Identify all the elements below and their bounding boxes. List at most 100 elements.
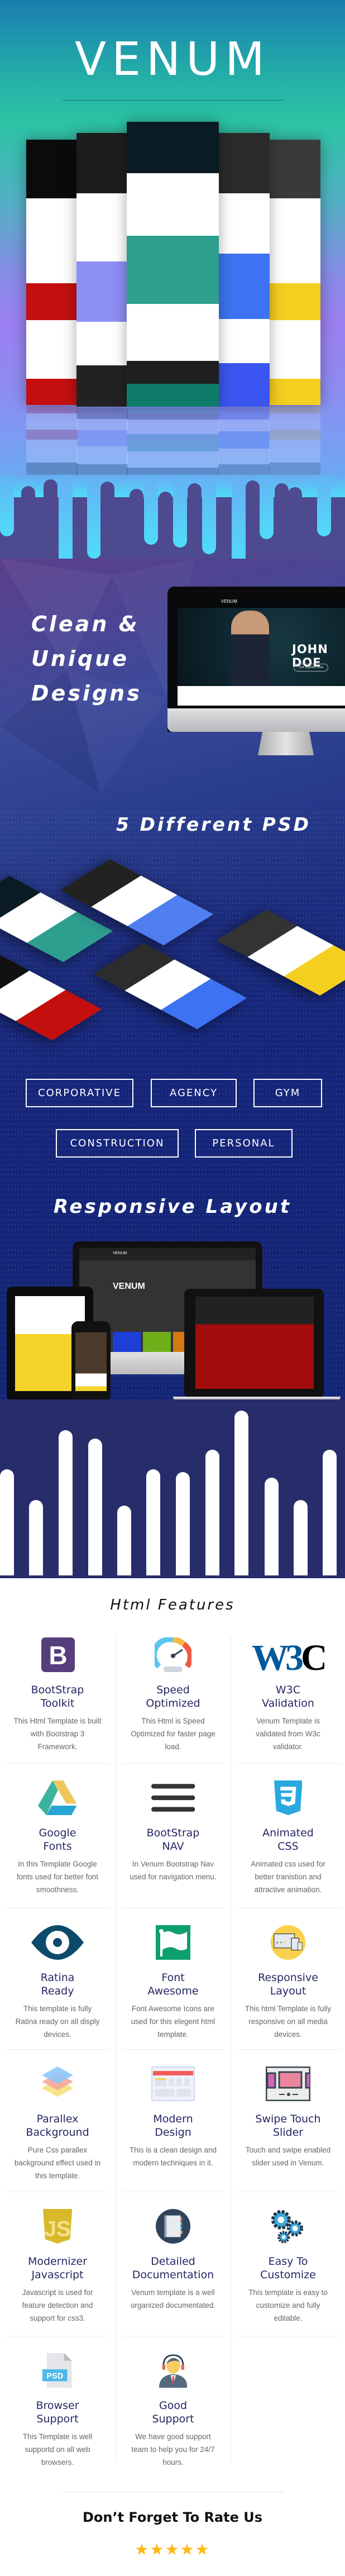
feature-card: W3 C W3C Validation Venum Template is valida…: [231, 1637, 345, 1753]
feature-card: JS Modernizer Javascript Javascript is used…: [0, 2209, 115, 2325]
feature-title-line: CSS: [277, 1840, 299, 1853]
feature-title-line: Good: [159, 2399, 188, 2412]
feature-title: Modern Design: [116, 2112, 231, 2139]
feature-title-line: Modernizer: [27, 2255, 88, 2268]
feature-title: Parallex Background: [0, 2112, 115, 2139]
svg-text:C: C: [301, 1637, 324, 1672]
feature-title-line: Browser: [36, 2399, 79, 2412]
hamburger-menu-icon: [116, 1780, 231, 1815]
feature-description: Font Awesome Icons are used for this ele…: [131, 2004, 215, 2039]
row-divider: [237, 1763, 341, 1764]
feature-title: BootStrap Toolkit: [0, 1683, 115, 1710]
slider-icon: [231, 2066, 345, 2101]
headline-line: Designs: [31, 681, 142, 706]
headline-line: Unique: [31, 646, 129, 671]
laptop-mockup: [184, 1289, 324, 1398]
feature-title-line: Background: [26, 2126, 89, 2139]
feature-description: This Html Template is built with Bootstr…: [13, 1717, 102, 1751]
category-tag-personal[interactable]: PERSONAL: [195, 1129, 293, 1158]
feature-title: Good Support: [116, 2399, 231, 2426]
hero-title: VENUM: [74, 33, 270, 86]
notebook-icon: [116, 2209, 231, 2244]
feature-title: Speed Optimized: [116, 1683, 231, 1710]
template-reflection: [127, 408, 219, 480]
feature-title-line: Customize: [260, 2269, 316, 2281]
feature-title-line: Speed: [156, 1684, 190, 1696]
row-divider: [237, 2049, 341, 2050]
psd-file-icon: PSD: [0, 2353, 115, 2388]
drip-divider-bottom: [0, 1408, 345, 1575]
javascript-icon: JS: [0, 2209, 115, 2244]
feature-card: Ratina Ready This template is fully Ratina…: [0, 1925, 115, 2041]
feature-title-line: Modern: [153, 2113, 193, 2125]
template-screenshot: [127, 122, 219, 407]
gears-icon: [231, 2209, 345, 2244]
bootstrap-icon: B: [0, 1637, 115, 1672]
star-icon[interactable]: ★: [195, 2541, 210, 2558]
drip-divider-top: [0, 475, 345, 570]
feature-card: Parallex Background Pure Css parallex back…: [0, 2066, 115, 2182]
feature-title-line: Awesome: [147, 1985, 199, 1997]
feature-title: W3C Validation: [231, 1683, 345, 1710]
feature-title: Modernizer Javascript: [0, 2255, 115, 2282]
feature-description: Pure Css parallex background effect used…: [14, 2146, 101, 2180]
feature-title-line: Parallex: [36, 2113, 79, 2125]
feature-title-line: Toolkit: [40, 1697, 75, 1710]
feature-description: We have good support team to help you fo…: [131, 2432, 215, 2467]
feature-title-line: Animated: [262, 1827, 314, 1839]
feature-description: Animated css used for better tranistion …: [251, 1860, 325, 1894]
template-screenshot: [218, 133, 270, 407]
star-icon[interactable]: ★: [150, 2541, 165, 2558]
row-divider: [6, 1763, 109, 1764]
star-icon[interactable]: ★: [135, 2541, 150, 2558]
phone-mockup: [71, 1321, 111, 1402]
mockup-brand: VENUM: [113, 1251, 127, 1255]
category-tag-agency[interactable]: AGENCY: [151, 1079, 237, 1107]
star-rating[interactable]: ★★★★★: [0, 2540, 345, 2559]
feature-title-line: BootStrap: [31, 1684, 84, 1696]
category-tag-gym[interactable]: GYM: [253, 1079, 322, 1107]
layers-icon: [0, 2066, 115, 2101]
feature-title-line: Support: [152, 2413, 194, 2425]
svg-text:B: B: [49, 1641, 67, 1670]
feature-description: This template is fully Ratina ready on a…: [15, 2004, 100, 2039]
feature-title-line: Optimized: [146, 1697, 200, 1710]
template-reflection: [76, 408, 128, 480]
feature-title: Detailed Documentation: [116, 2255, 231, 2282]
feature-card: Modern Design This is a clean design and m…: [116, 2066, 231, 2169]
flag-icon: [116, 1925, 231, 1960]
star-icon[interactable]: ★: [165, 2541, 180, 2558]
feature-title: Ratina Ready: [0, 1971, 115, 1998]
feature-description: Javascript is used for feature detection…: [22, 2288, 93, 2322]
feature-description: Venum template is a well organized docum…: [130, 2288, 216, 2310]
template-reflection: [218, 408, 270, 480]
feature-description: This Html is Speed Optimized for faster …: [131, 1717, 215, 1751]
category-tag-construction[interactable]: CONSTRUCTION: [56, 1129, 179, 1158]
css3-icon: [231, 1780, 345, 1815]
feature-title-line: Design: [155, 2126, 191, 2139]
feature-description: This Template is well supportd on all we…: [22, 2432, 93, 2467]
feature-title-line: Google: [39, 1827, 76, 1839]
monitor-mockup: VENUM JOHN DOE Get Started Now: [167, 587, 345, 732]
feature-card: Detailed Documentation Venum template is a…: [116, 2209, 231, 2312]
feature-title-line: Ratina: [40, 1972, 75, 1984]
mockup-brand: VENUM: [113, 1282, 145, 1291]
feature-card: Google Fonts In this Template Google fonts…: [0, 1780, 115, 1896]
support-agent-icon: [116, 2353, 231, 2388]
category-tag-corporative[interactable]: CORPORATIVE: [26, 1079, 133, 1107]
feature-description: This template is easy to customize and f…: [248, 2288, 328, 2322]
feature-title-line: Documentation: [132, 2269, 214, 2281]
feature-title-line: Fonts: [43, 1840, 72, 1853]
feature-title-line: Font: [161, 1972, 185, 1984]
feature-card: BootStrap NAV In Venum Bootstrap Nav used …: [116, 1780, 231, 1883]
rate-title: Don’t Forget To Rate Us: [82, 2510, 263, 2525]
feature-title-line: BootStrap: [146, 1827, 200, 1839]
eye-icon: [0, 1925, 115, 1960]
feature-card: B BootStrap Toolkit This Html Template is b…: [0, 1637, 115, 1753]
template-reflection: [269, 406, 320, 479]
devices-icon: [231, 1925, 345, 1960]
star-icon[interactable]: ★: [180, 2541, 195, 2558]
feature-title-line: W3C: [275, 1684, 301, 1696]
monitor-stand: [258, 732, 314, 755]
feature-title: BootStrap NAV: [116, 1826, 231, 1853]
